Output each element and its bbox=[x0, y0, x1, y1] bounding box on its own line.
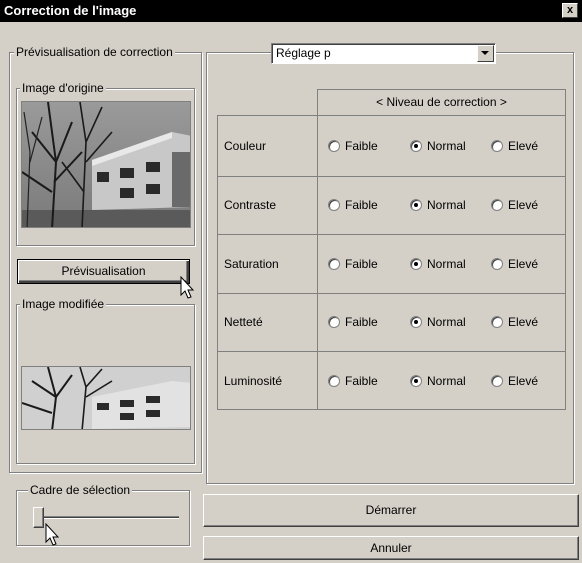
radio-label-1-2: Elevé bbox=[508, 198, 539, 212]
correction-grid bbox=[217, 89, 566, 410]
radio-0-0[interactable] bbox=[328, 140, 340, 152]
preset-dropdown-arrow[interactable] bbox=[477, 45, 494, 62]
window-title: Correction de l'image bbox=[4, 3, 137, 18]
cursor-arrow-icon bbox=[45, 523, 60, 546]
grid-row-divider bbox=[217, 293, 566, 294]
selection-frame-label: Cadre de sélection bbox=[28, 483, 133, 497]
radio-label-0-1: Normal bbox=[427, 139, 466, 153]
radio-4-0[interactable] bbox=[328, 375, 340, 387]
radio-3-0[interactable] bbox=[328, 316, 340, 328]
modified-image-label: Image modifiée bbox=[20, 297, 107, 311]
grid-header-cell: < Niveau de correction > bbox=[317, 89, 566, 116]
preset-dropdown[interactable]: Réglage p bbox=[271, 43, 496, 64]
radio-label-4-1: Normal bbox=[427, 374, 466, 388]
radio-1-0[interactable] bbox=[328, 199, 340, 211]
grid-header: < Niveau de correction > bbox=[376, 95, 507, 109]
cancel-button[interactable]: Annuler bbox=[203, 536, 579, 560]
radio-label-2-0: Faible bbox=[345, 257, 378, 271]
radio-0-2[interactable] bbox=[491, 140, 503, 152]
row-label-0: Couleur bbox=[224, 139, 267, 153]
selection-frame-slider-thumb[interactable] bbox=[33, 507, 44, 528]
radio-label-2-2: Elevé bbox=[508, 257, 539, 271]
preview-correction-label: Prévisualisation de correction bbox=[14, 45, 175, 59]
modified-image-thumbnail bbox=[21, 366, 191, 430]
radio-label-3-0: Faible bbox=[345, 315, 378, 329]
radio-label-3-1: Normal bbox=[427, 315, 466, 329]
radio-label-1-0: Faible bbox=[345, 198, 378, 212]
radio-2-2[interactable] bbox=[491, 258, 503, 270]
cancel-button-label: Annuler bbox=[370, 541, 412, 555]
start-button[interactable]: Démarrer bbox=[203, 494, 579, 527]
title-bar: Correction de l'image x bbox=[0, 0, 582, 22]
chevron-down-icon bbox=[481, 51, 489, 55]
selection-frame-slider-track bbox=[35, 516, 179, 519]
radio-label-2-1: Normal bbox=[427, 257, 466, 271]
radio-0-1[interactable] bbox=[410, 140, 422, 152]
radio-label-0-0: Faible bbox=[345, 139, 378, 153]
grid-column-divider bbox=[317, 89, 318, 410]
radio-2-1[interactable] bbox=[410, 258, 422, 270]
cursor-arrow-icon bbox=[180, 276, 195, 299]
row-label-2: Saturation bbox=[224, 257, 279, 271]
radio-1-2[interactable] bbox=[491, 199, 503, 211]
preview-button-label: Prévisualisation bbox=[61, 264, 146, 278]
preview-button[interactable]: Prévisualisation bbox=[17, 259, 190, 284]
close-icon: x bbox=[566, 4, 574, 16]
radio-label-4-2: Elevé bbox=[508, 374, 539, 388]
radio-1-1[interactable] bbox=[410, 199, 422, 211]
radio-3-1[interactable] bbox=[410, 316, 422, 328]
row-label-1: Contraste bbox=[224, 198, 277, 212]
grid-row-divider bbox=[217, 234, 566, 235]
radio-4-2[interactable] bbox=[491, 375, 503, 387]
radio-4-1[interactable] bbox=[410, 375, 422, 387]
close-button[interactable]: x bbox=[562, 3, 578, 18]
radio-3-2[interactable] bbox=[491, 316, 503, 328]
row-label-3: Netteté bbox=[224, 315, 263, 329]
original-image-thumbnail bbox=[21, 101, 191, 228]
preset-dropdown-value: Réglage p bbox=[276, 46, 331, 60]
row-label-4: Luminosité bbox=[224, 374, 283, 388]
radio-label-1-1: Normal bbox=[427, 198, 466, 212]
radio-label-3-2: Elevé bbox=[508, 315, 539, 329]
original-image-label: Image d'origine bbox=[20, 81, 106, 95]
radio-label-0-2: Elevé bbox=[508, 139, 539, 153]
radio-2-0[interactable] bbox=[328, 258, 340, 270]
start-button-label: Démarrer bbox=[365, 503, 417, 517]
grid-row-divider bbox=[217, 351, 566, 352]
grid-row-divider bbox=[217, 176, 566, 177]
radio-label-4-0: Faible bbox=[345, 374, 378, 388]
grid-corner-cell bbox=[217, 89, 317, 116]
